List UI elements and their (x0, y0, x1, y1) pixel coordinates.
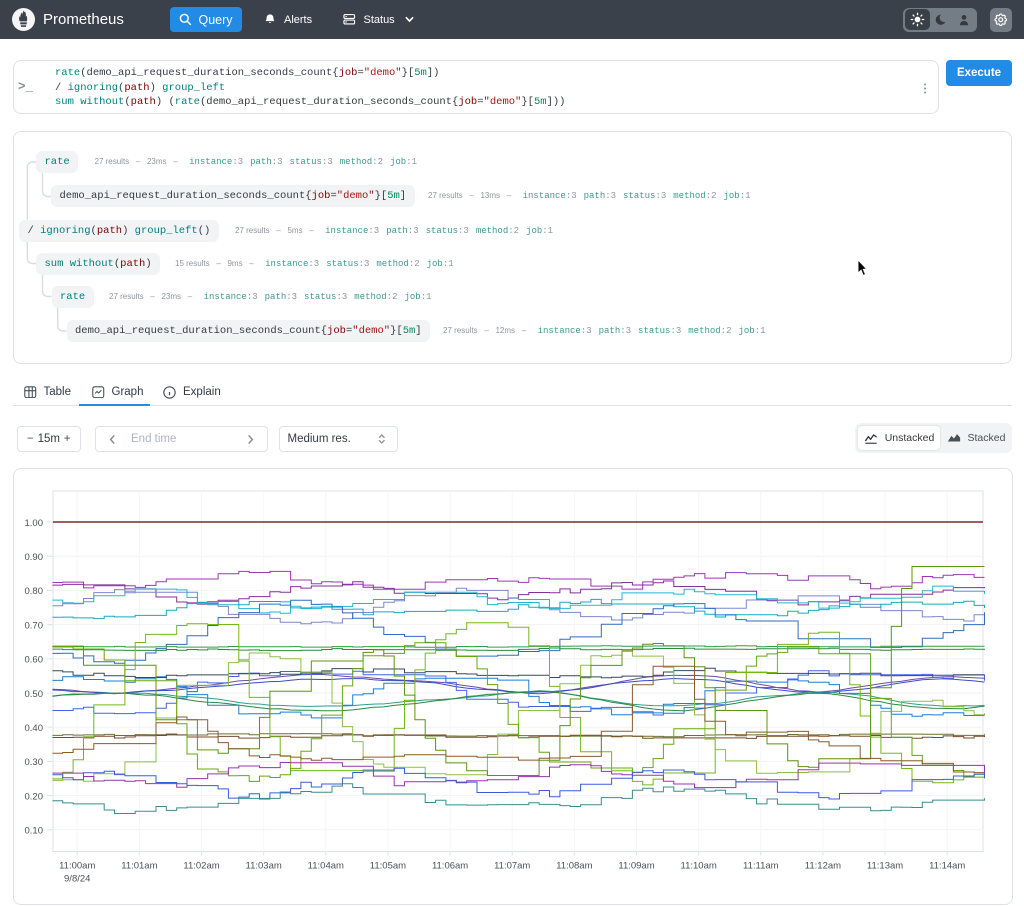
svg-text:11:10am: 11:10am (681, 861, 717, 872)
svg-text:11:05am: 11:05am (370, 861, 406, 872)
svg-text:0.40: 0.40 (25, 723, 44, 734)
svg-text:11:12am: 11:12am (805, 861, 841, 872)
svg-text:11:11am: 11:11am (743, 861, 779, 872)
svg-text:11:00am: 11:00am (59, 861, 95, 872)
svg-text:0.60: 0.60 (25, 655, 44, 666)
svg-text:11:03am: 11:03am (246, 861, 282, 872)
svg-text:0.80: 0.80 (25, 586, 44, 597)
svg-text:11:01am: 11:01am (121, 861, 157, 872)
svg-text:0.90: 0.90 (25, 552, 44, 563)
svg-text:0.10: 0.10 (25, 826, 44, 837)
svg-text:11:14am: 11:14am (929, 861, 965, 872)
svg-text:11:09am: 11:09am (618, 861, 654, 872)
svg-text:11:06am: 11:06am (432, 861, 468, 872)
svg-text:11:08am: 11:08am (556, 861, 592, 872)
svg-text:11:07am: 11:07am (494, 861, 530, 872)
svg-text:0.30: 0.30 (25, 757, 44, 768)
svg-text:11:04am: 11:04am (308, 861, 344, 872)
svg-text:0.50: 0.50 (25, 689, 44, 700)
svg-text:0.20: 0.20 (25, 791, 44, 802)
svg-text:0.70: 0.70 (25, 620, 44, 631)
svg-text:9/8/24: 9/8/24 (64, 874, 90, 885)
svg-text:11:13am: 11:13am (867, 861, 903, 872)
svg-text:11:02am: 11:02am (183, 861, 219, 872)
svg-text:1.00: 1.00 (25, 518, 44, 529)
